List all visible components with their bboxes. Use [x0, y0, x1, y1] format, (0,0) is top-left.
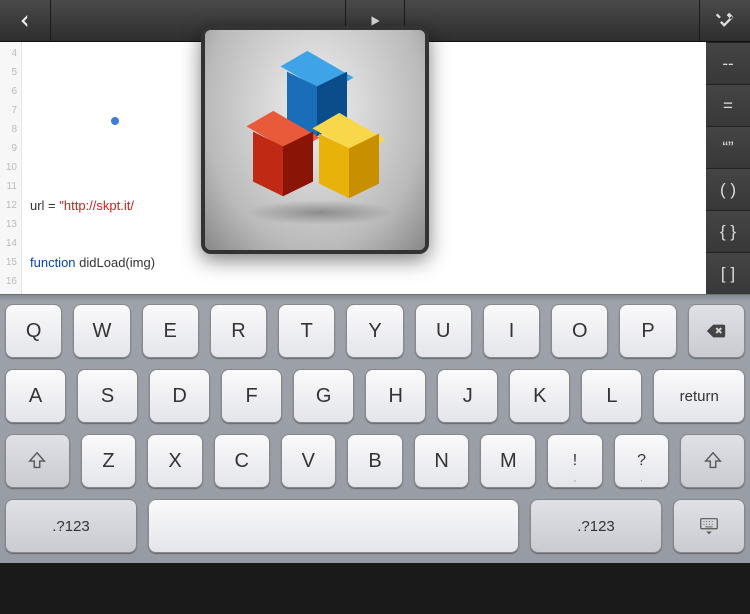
key-hide-keyboard[interactable]: [673, 499, 745, 553]
line-number: 7: [0, 101, 17, 120]
key-x[interactable]: X: [147, 434, 203, 488]
red-cube-icon: [253, 126, 313, 186]
key-b[interactable]: B: [347, 434, 403, 488]
key-h[interactable]: H: [365, 369, 426, 423]
line-number: 12: [0, 196, 17, 215]
key-r[interactable]: R: [210, 304, 267, 358]
key-f[interactable]: F: [221, 369, 282, 423]
key-i[interactable]: I: [483, 304, 540, 358]
keyboard-row-1: Q W E R T Y U I O P: [5, 304, 745, 358]
key-s[interactable]: S: [77, 369, 138, 423]
key-period[interactable]: ?.: [614, 434, 670, 488]
keyboard-row-3: Z X C V B N M !, ?.: [5, 434, 745, 488]
code-content[interactable]: url = "http://skpt.it/ function didLoad(…: [22, 42, 165, 294]
line-number: 9: [0, 139, 17, 158]
key-main: !: [573, 452, 577, 470]
back-button[interactable]: [0, 0, 50, 41]
line-number: 6: [0, 82, 17, 101]
key-u[interactable]: U: [415, 304, 472, 358]
code-text: url =: [30, 198, 59, 213]
line-number: 13: [0, 215, 17, 234]
key-g[interactable]: G: [293, 369, 354, 423]
line-number: 14: [0, 234, 17, 253]
hide-keyboard-icon: [698, 515, 720, 537]
line-number: 10: [0, 158, 17, 177]
key-t[interactable]: T: [278, 304, 335, 358]
line-number: 16: [0, 272, 17, 291]
cursor-handle[interactable]: [110, 116, 120, 126]
palette-braces[interactable]: { }: [706, 210, 750, 252]
key-o[interactable]: O: [551, 304, 608, 358]
line-number: 11: [0, 177, 17, 196]
key-a[interactable]: A: [5, 369, 66, 423]
key-comma[interactable]: !,: [547, 434, 603, 488]
key-sub: ,: [574, 473, 577, 484]
line-number: 5: [0, 63, 17, 82]
yellow-cube-icon: [319, 128, 379, 188]
key-w[interactable]: W: [73, 304, 130, 358]
image-preview-popup[interactable]: [201, 26, 429, 254]
key-m[interactable]: M: [480, 434, 536, 488]
preview-image: [205, 30, 425, 250]
palette-quotes[interactable]: “”: [706, 126, 750, 168]
key-return[interactable]: return: [653, 369, 745, 423]
shift-icon: [26, 450, 48, 472]
line-number: 8: [0, 120, 17, 139]
key-y[interactable]: Y: [346, 304, 403, 358]
keyboard-row-4: .?123 .?123: [5, 499, 745, 553]
key-v[interactable]: V: [281, 434, 337, 488]
key-e[interactable]: E: [142, 304, 199, 358]
key-q[interactable]: Q: [5, 304, 62, 358]
key-shift-left[interactable]: [5, 434, 70, 488]
key-space[interactable]: [148, 499, 519, 553]
palette-parens[interactable]: ( ): [706, 168, 750, 210]
key-numbers-right[interactable]: .?123: [530, 499, 662, 553]
key-backspace[interactable]: [688, 304, 745, 358]
key-p[interactable]: P: [619, 304, 676, 358]
key-z[interactable]: Z: [81, 434, 137, 488]
cube-shadow: [245, 200, 395, 225]
key-l[interactable]: L: [581, 369, 642, 423]
key-j[interactable]: J: [437, 369, 498, 423]
palette-brackets[interactable]: [ ]: [706, 252, 750, 294]
tools-icon: [715, 11, 735, 31]
key-k[interactable]: K: [509, 369, 570, 423]
key-n[interactable]: N: [414, 434, 470, 488]
code-text: didLoad(img): [76, 255, 156, 270]
line-gutter: 4 5 6 7 8 9 10 11 12 13 14 15 16 17: [0, 42, 22, 294]
symbol-palette: -- = “” ( ) { } [ ]: [706, 42, 750, 294]
keyboard-row-2: A S D F G H J K L return: [5, 369, 745, 423]
key-c[interactable]: C: [214, 434, 270, 488]
palette-equals[interactable]: =: [706, 84, 750, 126]
line-number: 15: [0, 253, 17, 272]
key-shift-right[interactable]: [680, 434, 745, 488]
palette-dash[interactable]: --: [706, 42, 750, 84]
backspace-icon: [705, 320, 727, 342]
key-d[interactable]: D: [149, 369, 210, 423]
back-icon: [16, 12, 34, 30]
line-number: 4: [0, 44, 17, 63]
shift-icon: [702, 450, 724, 472]
code-string: "http://skpt.it/: [59, 198, 134, 213]
code-keyword: function: [30, 255, 76, 270]
key-numbers-left[interactable]: .?123: [5, 499, 137, 553]
tools-button[interactable]: [700, 0, 750, 41]
key-main: ?: [637, 452, 646, 470]
key-sub: .: [640, 473, 643, 484]
onscreen-keyboard: Q W E R T Y U I O P A S D F G H J K L re…: [0, 294, 750, 563]
